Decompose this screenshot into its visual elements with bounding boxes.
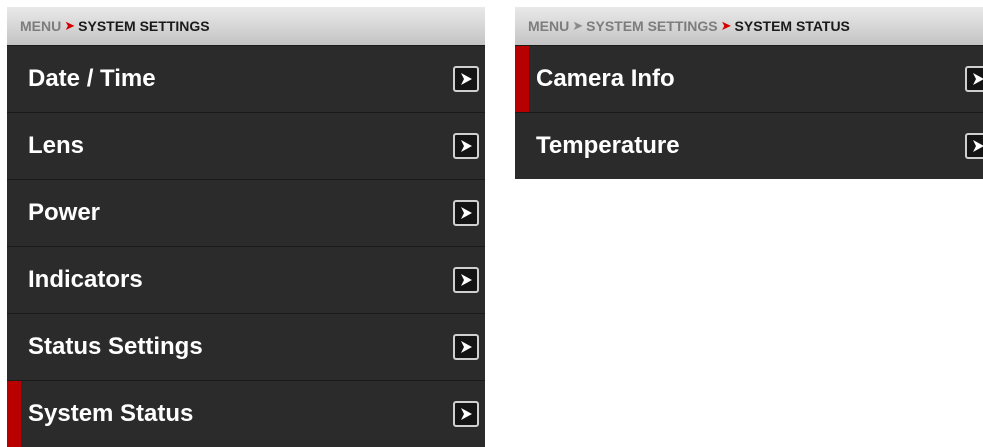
breadcrumb: MENU ➤ SYSTEM SETTINGS (7, 7, 485, 45)
menu-item-lens[interactable]: Lens (7, 112, 485, 179)
chevron-right-icon: ➤ (64, 18, 76, 33)
menu-item-camera-info[interactable]: Camera Info (515, 45, 983, 112)
chevron-right-icon: ➤ (572, 18, 584, 33)
breadcrumb-item-system-settings[interactable]: SYSTEM SETTINGS (586, 18, 717, 34)
menu-item-indicators[interactable]: Indicators (7, 246, 485, 313)
left-panel-system-settings: MENU ➤ SYSTEM SETTINGS Date / Time Lens … (7, 7, 485, 447)
menu-item-label: Power (28, 199, 101, 226)
arrow-right-icon[interactable] (453, 133, 479, 159)
menu-item-system-status[interactable]: System Status (7, 380, 485, 447)
breadcrumb: MENU ➤ SYSTEM SETTINGS ➤ SYSTEM STATUS (515, 7, 983, 45)
menu-item-status-settings[interactable]: Status Settings (7, 313, 485, 380)
menu-item-power[interactable]: Power (7, 179, 485, 246)
breadcrumb-item-menu[interactable]: MENU (20, 18, 61, 34)
arrow-right-icon[interactable] (965, 133, 983, 159)
arrow-right-icon[interactable] (965, 66, 983, 92)
arrow-right-icon[interactable] (453, 200, 479, 226)
chevron-right-icon: ➤ (720, 18, 732, 33)
menu-item-label: Camera Info (536, 65, 675, 92)
menu-item-temperature[interactable]: Temperature (515, 112, 983, 179)
menu-item-label: System Status (28, 400, 194, 427)
right-panel-system-status: MENU ➤ SYSTEM SETTINGS ➤ SYSTEM STATUS C… (515, 7, 983, 179)
menu-item-label: Indicators (28, 266, 143, 293)
breadcrumb-item-menu[interactable]: MENU (528, 18, 569, 34)
menu-item-label: Date / Time (28, 65, 156, 92)
arrow-right-icon[interactable] (453, 401, 479, 427)
menu-item-label: Lens (28, 132, 85, 159)
menu-item-date-time[interactable]: Date / Time (7, 45, 485, 112)
breadcrumb-item-system-settings: SYSTEM SETTINGS (78, 18, 210, 34)
arrow-right-icon[interactable] (453, 334, 479, 360)
menu-item-label: Temperature (536, 132, 680, 159)
arrow-right-icon[interactable] (453, 66, 479, 92)
breadcrumb-item-system-status: SYSTEM STATUS (734, 18, 850, 34)
menu-item-label: Status Settings (28, 333, 203, 360)
arrow-right-icon[interactable] (453, 267, 479, 293)
